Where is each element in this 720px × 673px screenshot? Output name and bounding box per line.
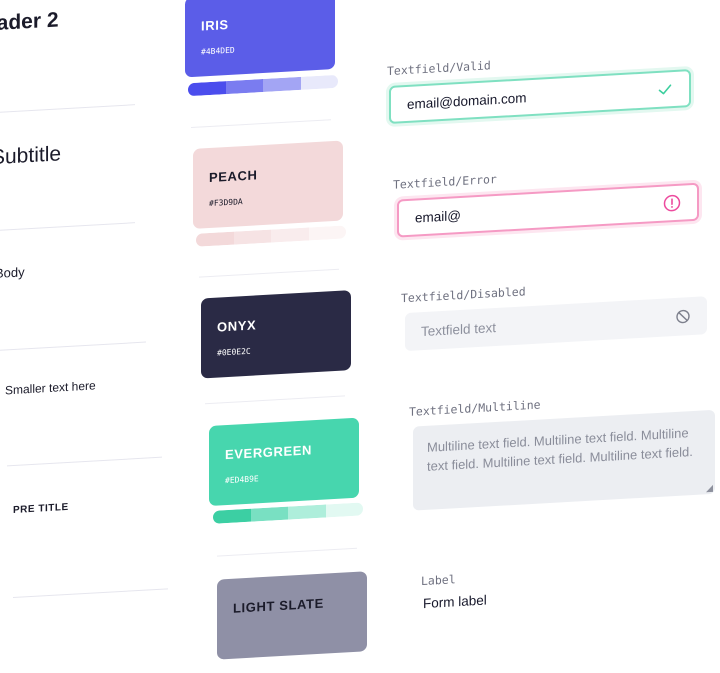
shade-bar-iris [188,74,338,97]
swatch-card-iris: IRIS #4B4DED [185,0,335,78]
swatch-hex: #0E0E2C [217,346,251,358]
swatch-hex: #ED4B9E [225,474,259,486]
small-text-sample: Smaller text here [5,378,96,398]
swatch-name: LIGHT SLATE [233,595,324,616]
textfield-multiline[interactable]: Multiline text field. Multiline text fie… [413,409,715,511]
shade-bar-peach [196,225,346,247]
block-icon [675,308,691,325]
subtitle-sample: Subtitle [0,142,62,170]
swatch-card-evergreen: EVERGREEN #ED4B9E [209,417,359,507]
divider [191,119,331,129]
swatch-card-light-slate: LIGHT SLATE [217,571,367,660]
textfield-multiline-value: Multiline text field. Multiline text fie… [427,425,693,474]
header2-sample: eader 2 [0,8,59,36]
swatch-name: EVERGREEN [225,442,313,463]
textfield-error-value: email@ [415,207,461,226]
divider [217,547,357,557]
textfield-disabled-value: Textfield text [421,319,497,339]
textfield-error-label: Textfield/Error [393,171,497,192]
textfield-disabled: Textfield text [405,296,707,352]
divider [0,222,135,232]
divider [0,104,135,114]
swatch-name: ONYX [217,317,257,335]
swatch-hex: #4B4DED [201,45,235,57]
swatch-name: IRIS [201,16,229,34]
alert-circle-icon [663,194,681,213]
swatch-name: PEACH [209,167,258,186]
textfield-valid-label: Textfield/Valid [387,58,491,79]
check-icon [657,81,673,98]
divider [7,456,162,467]
form-label-value: Form label [423,592,487,612]
divider [13,588,168,598]
divider [199,268,339,278]
divider [205,395,345,405]
design-system-board: eader 2 Subtitle Body Smaller text here … [0,0,715,660]
swatch-hex: #F3D9DA [209,197,243,209]
body-sample: Body [0,264,25,281]
textfield-valid[interactable]: email@domain.com [389,69,691,124]
divider [0,341,146,352]
form-label-caption: Label [421,572,456,589]
textfield-valid-value: email@domain.com [407,89,527,112]
textfield-error[interactable]: email@ [397,182,699,238]
shade-bar-evergreen [213,502,363,524]
resize-handle-icon[interactable] [706,484,713,493]
swatch-card-onyx: ONYX #0E0E2C [201,290,351,379]
swatch-card-peach: PEACH #F3D9DA [193,140,343,229]
textfield-multiline-label: Textfield/Multiline [409,397,541,419]
pretitle-sample: PRE TITLE [13,501,69,516]
textfield-disabled-label: Textfield/Disabled [401,284,526,306]
